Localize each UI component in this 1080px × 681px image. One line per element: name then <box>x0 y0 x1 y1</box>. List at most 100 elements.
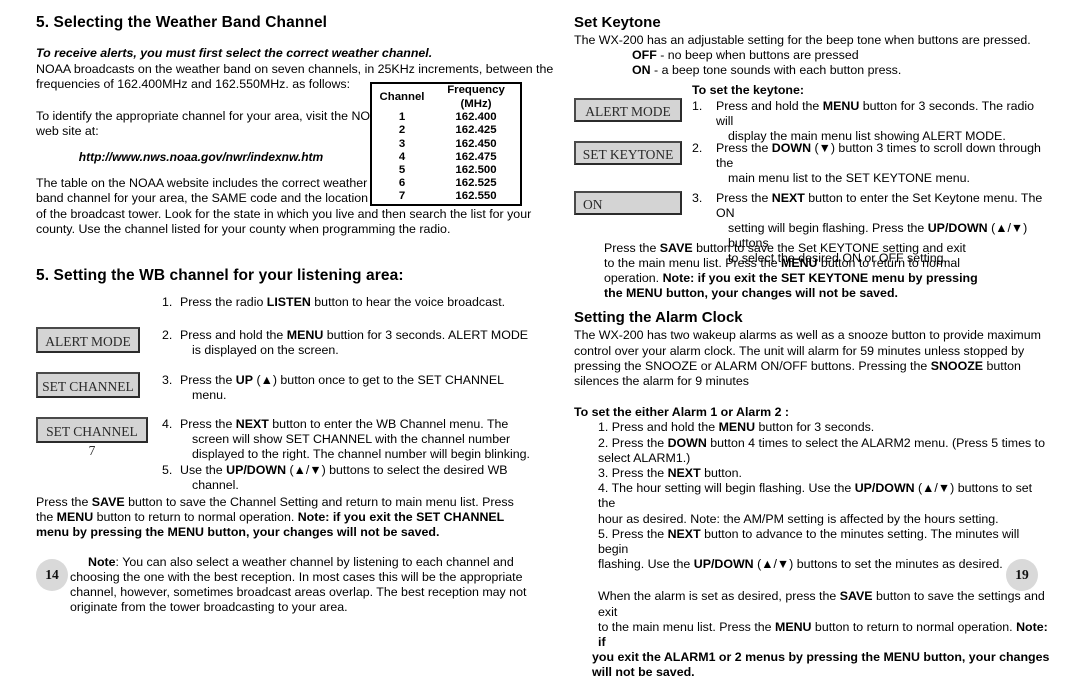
step-text-cont: button. <box>700 466 742 481</box>
left-lead-text: To receive alerts, you must first select… <box>36 46 433 60</box>
save-text: Press the <box>604 240 660 255</box>
note-label: Note <box>88 554 116 569</box>
alarm-final-line4: will not be saved. <box>592 665 695 680</box>
step-number: 5. <box>598 526 609 541</box>
alarm-intro-line2: control over your alarm clock. The unit … <box>574 343 1025 358</box>
step-text-cont: (▲/▼) buttons to select the desired WB <box>286 463 508 478</box>
alarm-final-paragraph: When the alarm is set as desired, press … <box>592 589 1052 680</box>
step-text-cont: (▲/▼) buttons to set the minutes as desi… <box>753 557 1003 572</box>
step-text-cont: button for 3 seconds. <box>755 420 875 435</box>
table-header-channel: Channel <box>379 90 425 103</box>
on-description: - a beep tone sounds with each button pr… <box>650 63 902 78</box>
left-note-line3: channel, however, sometimes broadcast ar… <box>70 585 527 600</box>
step-text-bold: LISTEN <box>266 295 311 310</box>
step-text-line3: displayed to the right. The channel numb… <box>192 447 530 462</box>
step-number: 1. <box>692 98 703 113</box>
alarm-step-item: 2. Press the DOWN button 4 times to sele… <box>598 436 1052 451</box>
lcd-set-channel-7[interactable]: SET CHANNEL 7 <box>36 417 148 458</box>
left-note-line4: originate from the tower broadcasting to… <box>70 600 348 615</box>
step-text: flashing. Use the <box>598 557 694 572</box>
cell-frequency: 162.425 <box>455 124 497 137</box>
table-header-frequency: Frequency (MHz) <box>447 84 505 110</box>
step-text-line2: setting will begin flashing. Press the <box>728 221 928 236</box>
lcd-label: SET KEYTONE <box>582 146 674 162</box>
save-text-cont: button to save the Channel Setting and r… <box>124 495 514 510</box>
final-text-cont: button to return to normal operation. <box>811 619 1017 634</box>
alarm-step-item: 4. The hour setting will begin flashing.… <box>598 481 1052 511</box>
alarm-subheading: To set the either Alarm 1 or Alarm 2 : <box>574 405 790 420</box>
cell-frequency: 162.450 <box>455 137 497 150</box>
lcd-label: SET CHANNEL 7 <box>46 424 138 459</box>
step-text-line2: is displayed on the screen. <box>192 343 339 358</box>
step-text-bold: MENU <box>286 328 324 343</box>
step-number: 1. <box>598 420 609 435</box>
note-text: : You can also select a weather channel … <box>115 554 514 569</box>
step-item: 2. Press and hold the MENU buttion for 3… <box>162 328 562 358</box>
save-text: Press the <box>36 495 92 510</box>
save-text: operation. <box>604 271 663 286</box>
step-text-cont: buttion for 3 seconds. ALERT MODE <box>323 328 529 343</box>
step-item: 5. Use the UP/DOWN (▲/▼) buttons to sele… <box>162 463 562 493</box>
right-column: Set Keytone The WX-200 has an adjustable… <box>574 14 1052 681</box>
alarm-step-item-line2: select ALARM1.) <box>598 450 691 465</box>
save-note-bold: Note: if you exit the SET CHANNEL <box>297 510 505 525</box>
keytone-save-line4: the MENU button, your changes will not b… <box>604 286 898 301</box>
alarm-intro-line1: The WX-200 has two wakeup alarms as well… <box>574 328 1041 343</box>
left-paragraph-3-line3: of the broadcast tower. Look for the sta… <box>36 206 532 221</box>
final-text: to the main menu list. Press the <box>598 619 775 634</box>
save-text-bold: SAVE <box>659 240 693 255</box>
to-set-keytone-label: To set the keytone: <box>692 82 804 97</box>
left-note-line1: Note: You can also select a weather chan… <box>88 555 540 570</box>
keytone-steps: To set the keytone: ALERT MODE 1. Press … <box>574 82 1052 265</box>
step-item: 3. Press the UP (▲) button once to get t… <box>162 373 562 403</box>
save-text-cont: button to return to normal operation. <box>93 510 298 525</box>
save-text: the <box>36 510 57 525</box>
alarm-final-line2: to the main menu list. Press the MENU bu… <box>598 620 1052 650</box>
keytone-intro: The WX-200 has an adjustable setting for… <box>574 33 1031 47</box>
left-save-paragraph-line1: Press the SAVE button to save the Channe… <box>36 495 560 510</box>
step-text-cont: button to enter the WB Channel menu. The <box>268 417 509 432</box>
page-number-left: 14 <box>36 559 68 591</box>
step-text: Press the <box>716 140 772 155</box>
channel-frequency-table: Channel Frequency (MHz) 1 162.400 2 162.42… <box>370 82 522 206</box>
left-section-heading-2: 5. Setting the WB channel for your liste… <box>36 267 404 285</box>
lcd-label: ALERT MODE <box>585 103 671 119</box>
step-number: 2. <box>162 328 173 343</box>
step-text-bold: NEXT <box>235 417 269 432</box>
lcd-on[interactable]: ON <box>574 190 682 215</box>
step-text-bold: NEXT <box>771 190 805 205</box>
on-label: ON <box>632 63 651 78</box>
lcd-alert-mode[interactable]: ALERT MODE <box>574 97 682 122</box>
step-item: 1. Press and hold the MENU button for 3 … <box>692 99 1052 145</box>
step-text-bold: UP/DOWN <box>854 481 915 496</box>
keytone-save-line3: operation. Note: if you exit the SET KEY… <box>604 271 1052 286</box>
cell-channel: 5 <box>398 164 406 176</box>
step-text-line2: screen will show SET CHANNEL with the ch… <box>192 432 511 447</box>
step-text: Press the <box>180 373 236 388</box>
lcd-alert-mode[interactable]: ALERT MODE <box>36 327 140 354</box>
lcd-set-channel[interactable]: SET CHANNEL <box>36 372 140 399</box>
alarm-step-item: 3. Press the NEXT button. <box>598 466 1052 481</box>
alarm-step-item-line2: hour as desired. Note: the AM/PM setting… <box>598 511 999 526</box>
step-text: Press the <box>716 190 772 205</box>
cell-frequency: 162.500 <box>455 164 497 176</box>
step-number: 2. <box>692 140 703 155</box>
step-text: Use the <box>180 463 227 478</box>
lcd-set-keytone[interactable]: SET KEYTONE <box>574 140 682 165</box>
step-text: Press and hold the <box>180 328 287 343</box>
step-number: 3. <box>162 373 173 388</box>
step-text-cont: (▲) button once to get to the SET CHANNE… <box>253 373 505 388</box>
step-number: 4. <box>162 417 173 432</box>
step-text-line2: menu. <box>192 388 227 403</box>
final-text: When the alarm is set as desired, press … <box>598 589 840 604</box>
step-text-bold: DOWN <box>771 140 812 155</box>
left-save-paragraph-line2: the MENU button to return to normal oper… <box>36 510 560 525</box>
left-paragraph-1-line1: NOAA broadcasts on the weather band on s… <box>36 62 554 77</box>
alarm-final-line1: When the alarm is set as desired, press … <box>598 589 1052 619</box>
step-text: Press the <box>611 466 668 481</box>
cell-frequency: 162.475 <box>455 150 497 163</box>
step-number: 5. <box>162 463 173 478</box>
left-paragraph-3-line4: county. Use the channel listed for your … <box>36 221 451 236</box>
step-item: 1. Press the radio LISTEN button to hear… <box>162 295 562 310</box>
lcd-label: ALERT MODE <box>45 334 131 350</box>
